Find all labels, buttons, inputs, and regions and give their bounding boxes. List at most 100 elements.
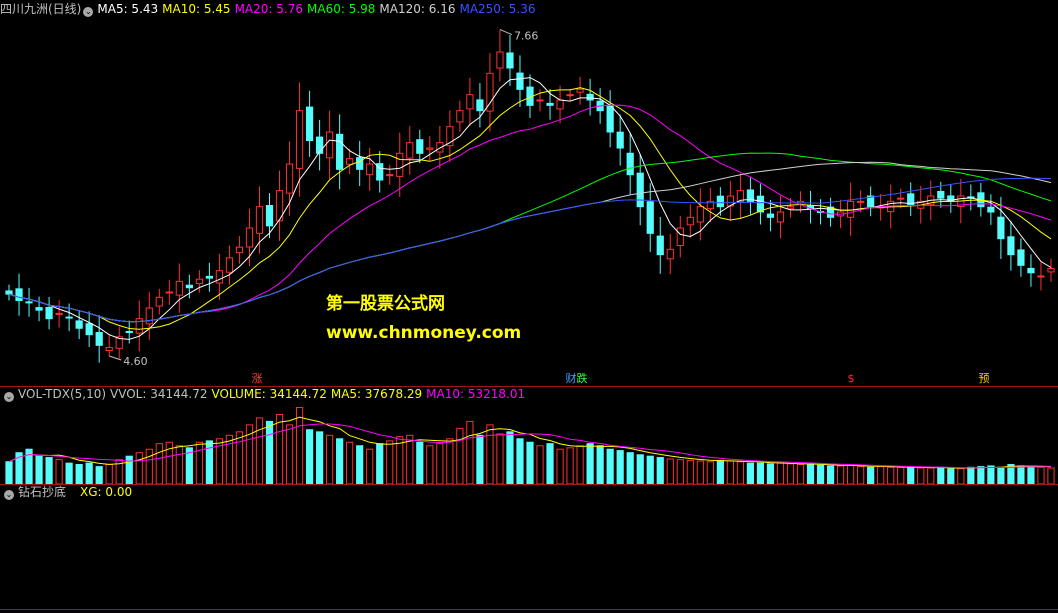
high-price-label: 7.66 [514,30,539,43]
volume-indicator-name: VOL-TDX(5,10) [18,387,107,401]
ma-label-3: MA60: 5.98 [307,2,376,16]
volume-bar [957,468,965,485]
ma-line-ma10 [8,87,1052,330]
volume-bar [476,434,484,485]
volume-bar [686,459,694,485]
signal-marker-0: 涨 [252,372,263,385]
volume-bar [877,466,885,485]
stock-chart-canvas: 7.66 4.60 涨 财跌 $ 预 [5,29,1055,485]
candle-body [85,323,93,336]
volume-bar [175,445,183,485]
candle-body [55,312,63,315]
volume-bar [356,445,364,485]
volume-bar [506,431,514,485]
volume-bar [195,441,203,485]
candle-body [265,205,274,227]
ma-line-ma20 [8,104,1052,323]
volume-bar [796,464,805,485]
candle-body [576,88,584,93]
volume-bar [265,420,274,485]
volume-label-0: VVOL: 34144.72 [110,387,208,401]
volume-bar [616,450,624,485]
volume-bar [55,459,63,485]
volume-bar [646,455,654,485]
candle-body [205,275,213,279]
candle-body [656,235,664,256]
candle-body [215,270,224,284]
candle-body [857,200,865,203]
candle-body [676,227,684,246]
chevron-down-icon[interactable]: ⌄ [4,490,14,500]
volume-bar [35,455,43,485]
volume-bar [967,466,975,485]
volume-bar [486,424,494,485]
candle-body [336,133,344,170]
xg-header: ⌄ 钻石抄底 XG: 0.00 [0,484,140,500]
volume-bar [716,459,724,485]
signal-marker-2: 跌 [577,371,588,385]
volume-bar [666,458,674,485]
ma-label-1: MA10: 5.45 [162,2,231,16]
candle-body [195,278,203,285]
volume-bar [446,438,454,485]
volume-bar [1017,465,1025,485]
volume-bar [696,460,704,485]
candle-body [235,246,244,254]
candle-body [496,51,504,69]
volume-bar [1047,467,1055,485]
watermark-url: www.chnmoney.com [326,323,522,343]
candle-body [616,131,624,149]
volume-bar [145,448,153,485]
volume-bar [1027,466,1035,485]
volume-bar [546,443,554,485]
candle-body [756,195,765,213]
candle-body [175,280,183,296]
volume-label-3: MA10: 53218.01 [426,387,526,401]
volume-bar [315,431,324,485]
candle-body [295,110,304,169]
ma-line-ma60 [8,152,1052,323]
volume-bar [917,467,925,485]
ma-label-0: MA5: 5.43 [97,2,159,16]
candle-body [326,131,334,159]
volume-bar [5,461,13,485]
candle-body [1017,249,1025,266]
candle-body [566,94,574,97]
candle-body [686,216,694,226]
ma-indicator-list: MA5: 5.43 MA10: 5.45 MA20: 5.76 MA60: 5.98 M… [97,2,539,16]
candle-body [5,290,13,295]
volume-bar [977,466,985,485]
candle-body [406,142,414,159]
candle-body [646,201,654,234]
panel-separator [0,484,1058,485]
ma-label-2: MA20: 5.76 [234,2,303,16]
candle-body [456,110,464,123]
candle-body [666,248,674,260]
candle-body [476,99,484,112]
candle-body [155,296,163,307]
candle-body [506,52,514,69]
volume-bar [326,434,334,485]
candle-body [776,211,785,223]
candle-body [766,213,775,218]
volume-bar [596,445,604,485]
volume-bar [65,462,73,485]
volume-bar [636,454,644,485]
volume-header: ⌄ VOL-TDX(5,10) VVOL: 34144.72 VOLUME: 3414… [0,386,533,402]
chevron-down-icon[interactable]: ⌄ [4,392,14,402]
volume-bar [857,466,865,485]
volume-bar [466,420,474,485]
volume-bar [295,406,304,485]
volume-bar [75,464,83,485]
volume-bar [516,438,524,485]
candle-body [716,195,724,208]
candle-body [987,206,995,213]
volume-bar [987,465,995,485]
candle-body [305,106,314,142]
volume-bar [927,467,935,485]
volume-bar [907,466,915,485]
volume-bar [336,438,344,485]
chevron-down-icon[interactable]: ⌄ [83,7,94,17]
volume-bar [496,433,504,485]
candle-body [546,102,554,106]
